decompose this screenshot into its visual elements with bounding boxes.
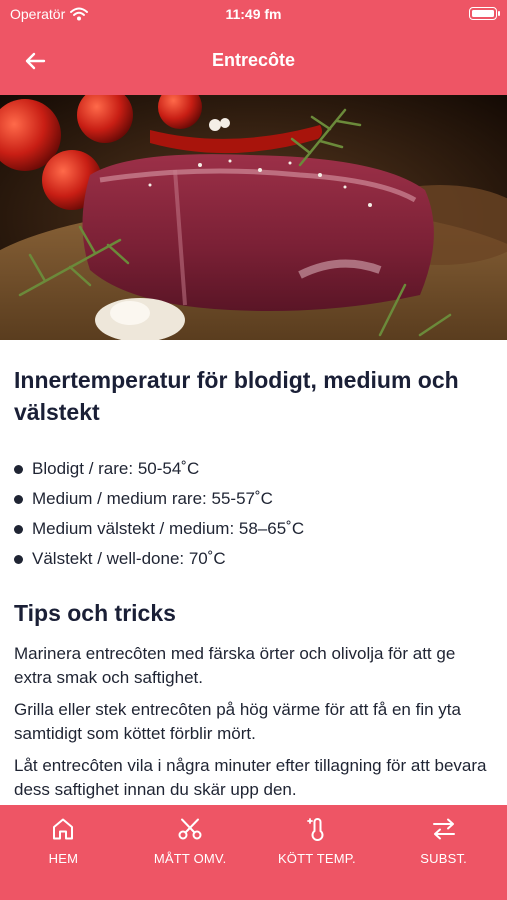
tab-label: HEM (48, 851, 79, 866)
tip-paragraph: Grilla eller stek entrecôten på hög värm… (14, 700, 461, 743)
main-content[interactable]: Innertemperatur för blodigt, medium och … (0, 340, 507, 805)
temperature-label: Medium välstekt / medium: 58–65˚C (32, 519, 305, 538)
swap-arrows-icon (430, 815, 458, 843)
thermometer-icon (303, 815, 331, 843)
list-item: Välstekt / well-done: 70˚C (14, 544, 493, 574)
list-item: Blodigt / rare: 50-54˚C (14, 454, 493, 484)
page-title: Entrecôte (211, 50, 296, 70)
temperature-list: Blodigt / rare: 50-54˚C Medium / medium … (14, 454, 493, 574)
tip-paragraph: Marinera entrecôten med färska örter och… (14, 644, 456, 687)
tab-bar: HEM MÅTT OMV. KÖTT TEMP. SUBST. (0, 805, 507, 900)
tab-measure-convert[interactable]: MÅTT OMV. (127, 805, 254, 900)
scissors-icon (176, 815, 204, 843)
tips-heading: Tips och tricks (14, 600, 176, 626)
bullet-icon (14, 464, 23, 474)
temperature-heading: Innertemperatur för blodigt, medium och … (14, 367, 459, 425)
nav-bar: Entrecôte (0, 30, 507, 95)
list-item: Medium / medium rare: 55-57˚C (14, 484, 493, 514)
temperature-label: Medium / medium rare: 55-57˚C (32, 489, 273, 508)
tab-label: KÖTT TEMP. (277, 851, 356, 866)
battery-icon (469, 7, 500, 20)
temperature-label: Välstekt / well-done: 70˚C (32, 549, 226, 568)
tab-meat-temp[interactable]: KÖTT TEMP. (254, 805, 381, 900)
status-bar: Operatör 11:49 fm (0, 0, 507, 30)
temperature-label: Blodigt / rare: 50-54˚C (32, 459, 200, 478)
tips-section: Marinera entrecôten med färska örter och… (14, 642, 493, 802)
tab-label: MÅTT OMV. (153, 851, 227, 866)
hero-image (0, 95, 507, 340)
bullet-icon (14, 524, 23, 534)
tip-paragraph: Låt entrecôten vila i några minuter efte… (14, 756, 487, 799)
tab-label: SUBST. (420, 851, 467, 866)
status-time: 11:49 fm (225, 6, 282, 22)
bullet-icon (14, 494, 23, 504)
tab-substitutes[interactable]: SUBST. (380, 805, 507, 900)
home-icon (49, 815, 77, 843)
bullet-icon (14, 554, 23, 564)
steak-photo (0, 95, 507, 340)
tab-home[interactable]: HEM (0, 805, 127, 900)
list-item: Medium välstekt / medium: 58–65˚C (14, 514, 493, 544)
header: Operatör 11:49 fm Entrecôte (0, 0, 507, 95)
